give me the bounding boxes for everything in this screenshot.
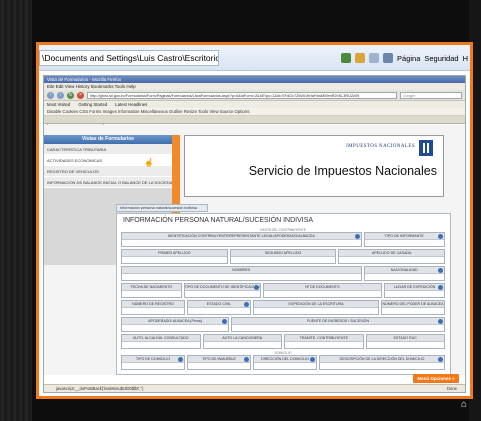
form-field[interactable]: PRIMER APELLIDO <box>121 249 228 264</box>
form-row: NOMBRES NACIONALIDAD <box>121 266 445 281</box>
status-url: javascript:__doPostBack('lvwMenu$ctl00$l… <box>56 386 144 391</box>
reload-icon[interactable]: ↻ <box>67 91 74 99</box>
form-field[interactable]: Nº DE DOCUMENTO <box>262 283 383 298</box>
select-icon <box>244 357 249 362</box>
stop-icon[interactable]: × <box>77 91 84 99</box>
select-icon <box>438 357 443 362</box>
form-field[interactable]: SEGUNDO APELLIDO <box>229 249 337 264</box>
select-icon <box>438 268 443 273</box>
list-item[interactable]: CARACTERISTICA TRIBUTARIA <box>44 144 172 155</box>
bookmark-getting-started[interactable]: Getting Started <box>78 101 107 108</box>
form-row: TIPO DE DOMICILIO TIPO DE INMUEBLE DIREC… <box>121 355 445 370</box>
bookmarks-bar: Most Visited Getting Started Latest Head… <box>44 101 465 108</box>
form-field[interactable]: TRÁMITE. CONTRIBUYENTE <box>284 334 364 349</box>
form-field[interactable]: TIPO DE DOCUMENTO DE IDENTIFICACIÓN <box>183 283 261 298</box>
form-fields: DATOS DEL CONTRIBUYENTE IDENTIFICACIÓN C… <box>121 228 446 372</box>
logo-text: IMPUESTOS NACIONALES <box>346 144 415 149</box>
form-row: IDENTIFICACIÓN CONTRIBUYENTE/REPRESENTAN… <box>121 232 445 247</box>
apple-logo-icon: ⌂ <box>460 399 467 410</box>
form-field[interactable]: DESCRIPCIÓN DE LA DIRECCIÓN DEL DOMICILI… <box>319 355 445 370</box>
form-field[interactable]: NÚMERO DEL PODER DE ALBACEA <box>381 300 445 315</box>
select-icon <box>438 285 443 290</box>
form-field[interactable]: DIRECCIÓN DEL DOMICILIO <box>253 355 317 370</box>
toolbar-overflow[interactable]: H <box>463 54 468 63</box>
form-field[interactable]: TIPO DE DOMICILIO <box>121 355 185 370</box>
print-icon[interactable] <box>383 53 394 63</box>
url-input[interactable]: http://gforo.sii.gov.ec/Formularios/Form… <box>87 91 397 99</box>
page-title: Servicio de Impuestos Nacionales <box>248 164 437 178</box>
form-field[interactable]: FUENTE DE INGRESOS / SUCESIÓN <box>231 317 445 332</box>
hand-cursor-icon: ☝ <box>144 158 154 167</box>
header-banner: IMPUESTOS NACIONALES Servicio de Impuest… <box>184 135 444 197</box>
form-field[interactable]: NOMBRES <box>121 266 362 281</box>
page-menu[interactable]: Página <box>397 54 420 63</box>
sin-logo-icon <box>419 140 433 156</box>
form-row: NÚMERO DE REGISTRO ESTADO CIVIL EXPEDICI… <box>121 300 445 315</box>
select-icon <box>178 357 183 362</box>
home-icon[interactable] <box>341 53 352 63</box>
form-field[interactable]: ESTADO CIVIL <box>187 300 251 315</box>
tab-strip: Vista de Formularios <box>44 116 465 131</box>
form-field[interactable]: NACIONALIDAD <box>363 266 445 281</box>
form-row: APODERADO/ ALBACEA (Firma) FUENTE DE ING… <box>121 317 445 332</box>
form-field[interactable]: ESTADO RUC <box>365 334 445 349</box>
bookmark-most-visited[interactable]: Most Visited <box>47 101 70 108</box>
developer-toolbar[interactable]: Disable Cookies CSS Forms Images Informa… <box>44 108 465 116</box>
background-fabric <box>0 0 32 421</box>
form-panel: INFORMACIÓN PERSONA NATURAL/SUCESIÓN IND… <box>116 213 451 375</box>
search-input[interactable]: Google <box>400 91 462 99</box>
form-field[interactable]: IDENTIFICACIÓN CONTRIBUYENTE/REPRESENTAN… <box>121 232 362 247</box>
form-field[interactable]: AUTO LA CANCIONERA <box>202 334 282 349</box>
form-field[interactable]: AUTO, ALCALDÍA, CONSULTADO <box>121 334 201 349</box>
form-row: AUTO, ALCALDÍA, CONSULTADO AUTO LA CANCI… <box>121 334 445 349</box>
form-field[interactable]: LUGAR DE EXPEDICIÓN <box>384 283 445 298</box>
menu-opciones-button[interactable]: Menú Opciones » <box>413 374 459 383</box>
ie-tools: Página Seguridad H <box>341 51 468 65</box>
form-field[interactable]: TIPO DE INMUEBLE <box>187 355 251 370</box>
firefox-window: Vista de Formularios - Mozilla Firefox E… <box>43 75 466 393</box>
address-path[interactable]: \Documents and Settings\Luis Castro\Escr… <box>39 50 219 66</box>
ie-toolbar: \Documents and Settings\Luis Castro\Escr… <box>39 45 470 71</box>
feeds-icon[interactable] <box>355 53 366 63</box>
page-content: Vistas de Formularios CARACTERISTICA TRI… <box>44 125 465 375</box>
mail-icon[interactable] <box>369 53 380 63</box>
forward-icon[interactable]: › <box>57 91 64 99</box>
form-field[interactable]: APELLIDO DE CASADA <box>338 249 446 264</box>
select-icon <box>253 285 259 290</box>
window-title: Vista de Formularios - Mozilla Firefox <box>44 76 465 83</box>
back-icon[interactable]: ‹ <box>47 91 54 99</box>
status-done: Done <box>446 386 457 391</box>
menu-bar[interactable]: Eile Edit View History Bookmarks Tools H… <box>44 83 465 90</box>
select-icon <box>438 234 443 239</box>
status-bar: javascript:__doPostBack('lvwMenu$ctl00$l… <box>44 384 465 392</box>
select-icon <box>310 357 315 362</box>
form-field[interactable]: APODERADO/ ALBACEA (Firma) <box>121 317 229 332</box>
security-menu[interactable]: Seguridad <box>424 54 458 63</box>
bookmark-latest-headlines[interactable]: Latest Headlines <box>115 101 147 108</box>
navigation-bar: ‹ › ↻ × http://gforo.sii.gov.ec/Formular… <box>44 90 465 101</box>
presentation-frame: \Documents and Settings\Luis Castro\Escr… <box>36 42 473 399</box>
select-icon <box>438 319 443 324</box>
form-tab[interactable]: Información persona natural/sucesión ind… <box>116 204 208 212</box>
select-icon <box>354 234 360 239</box>
forms-list-title: Vistas de Formularios <box>44 135 172 144</box>
select-icon <box>222 319 227 324</box>
form-field[interactable]: FECHA DE NACIMIENTO <box>121 283 182 298</box>
select-icon <box>244 302 249 307</box>
form-field[interactable]: NÚMERO DE REGISTRO <box>121 300 185 315</box>
form-field[interactable]: TIPO DE INFORMANTE <box>363 232 445 247</box>
list-item[interactable]: INFORMACION DE BALANCE INICIAL O BALANCE… <box>44 177 172 188</box>
form-row: FECHA DE NACIMIENTO TIPO DE DOCUMENTO DE… <box>121 283 445 298</box>
form-row: PRIMER APELLIDO SEGUNDO APELLIDO APELLID… <box>121 249 446 264</box>
form-field[interactable]: EXPEDICIÓN DE LA ESCRITURA <box>253 300 379 315</box>
form-title: INFORMACIÓN PERSONA NATURAL/SUCESIÓN IND… <box>123 217 314 224</box>
list-item[interactable]: REGISTRO DE VEHICULOS <box>44 166 172 177</box>
